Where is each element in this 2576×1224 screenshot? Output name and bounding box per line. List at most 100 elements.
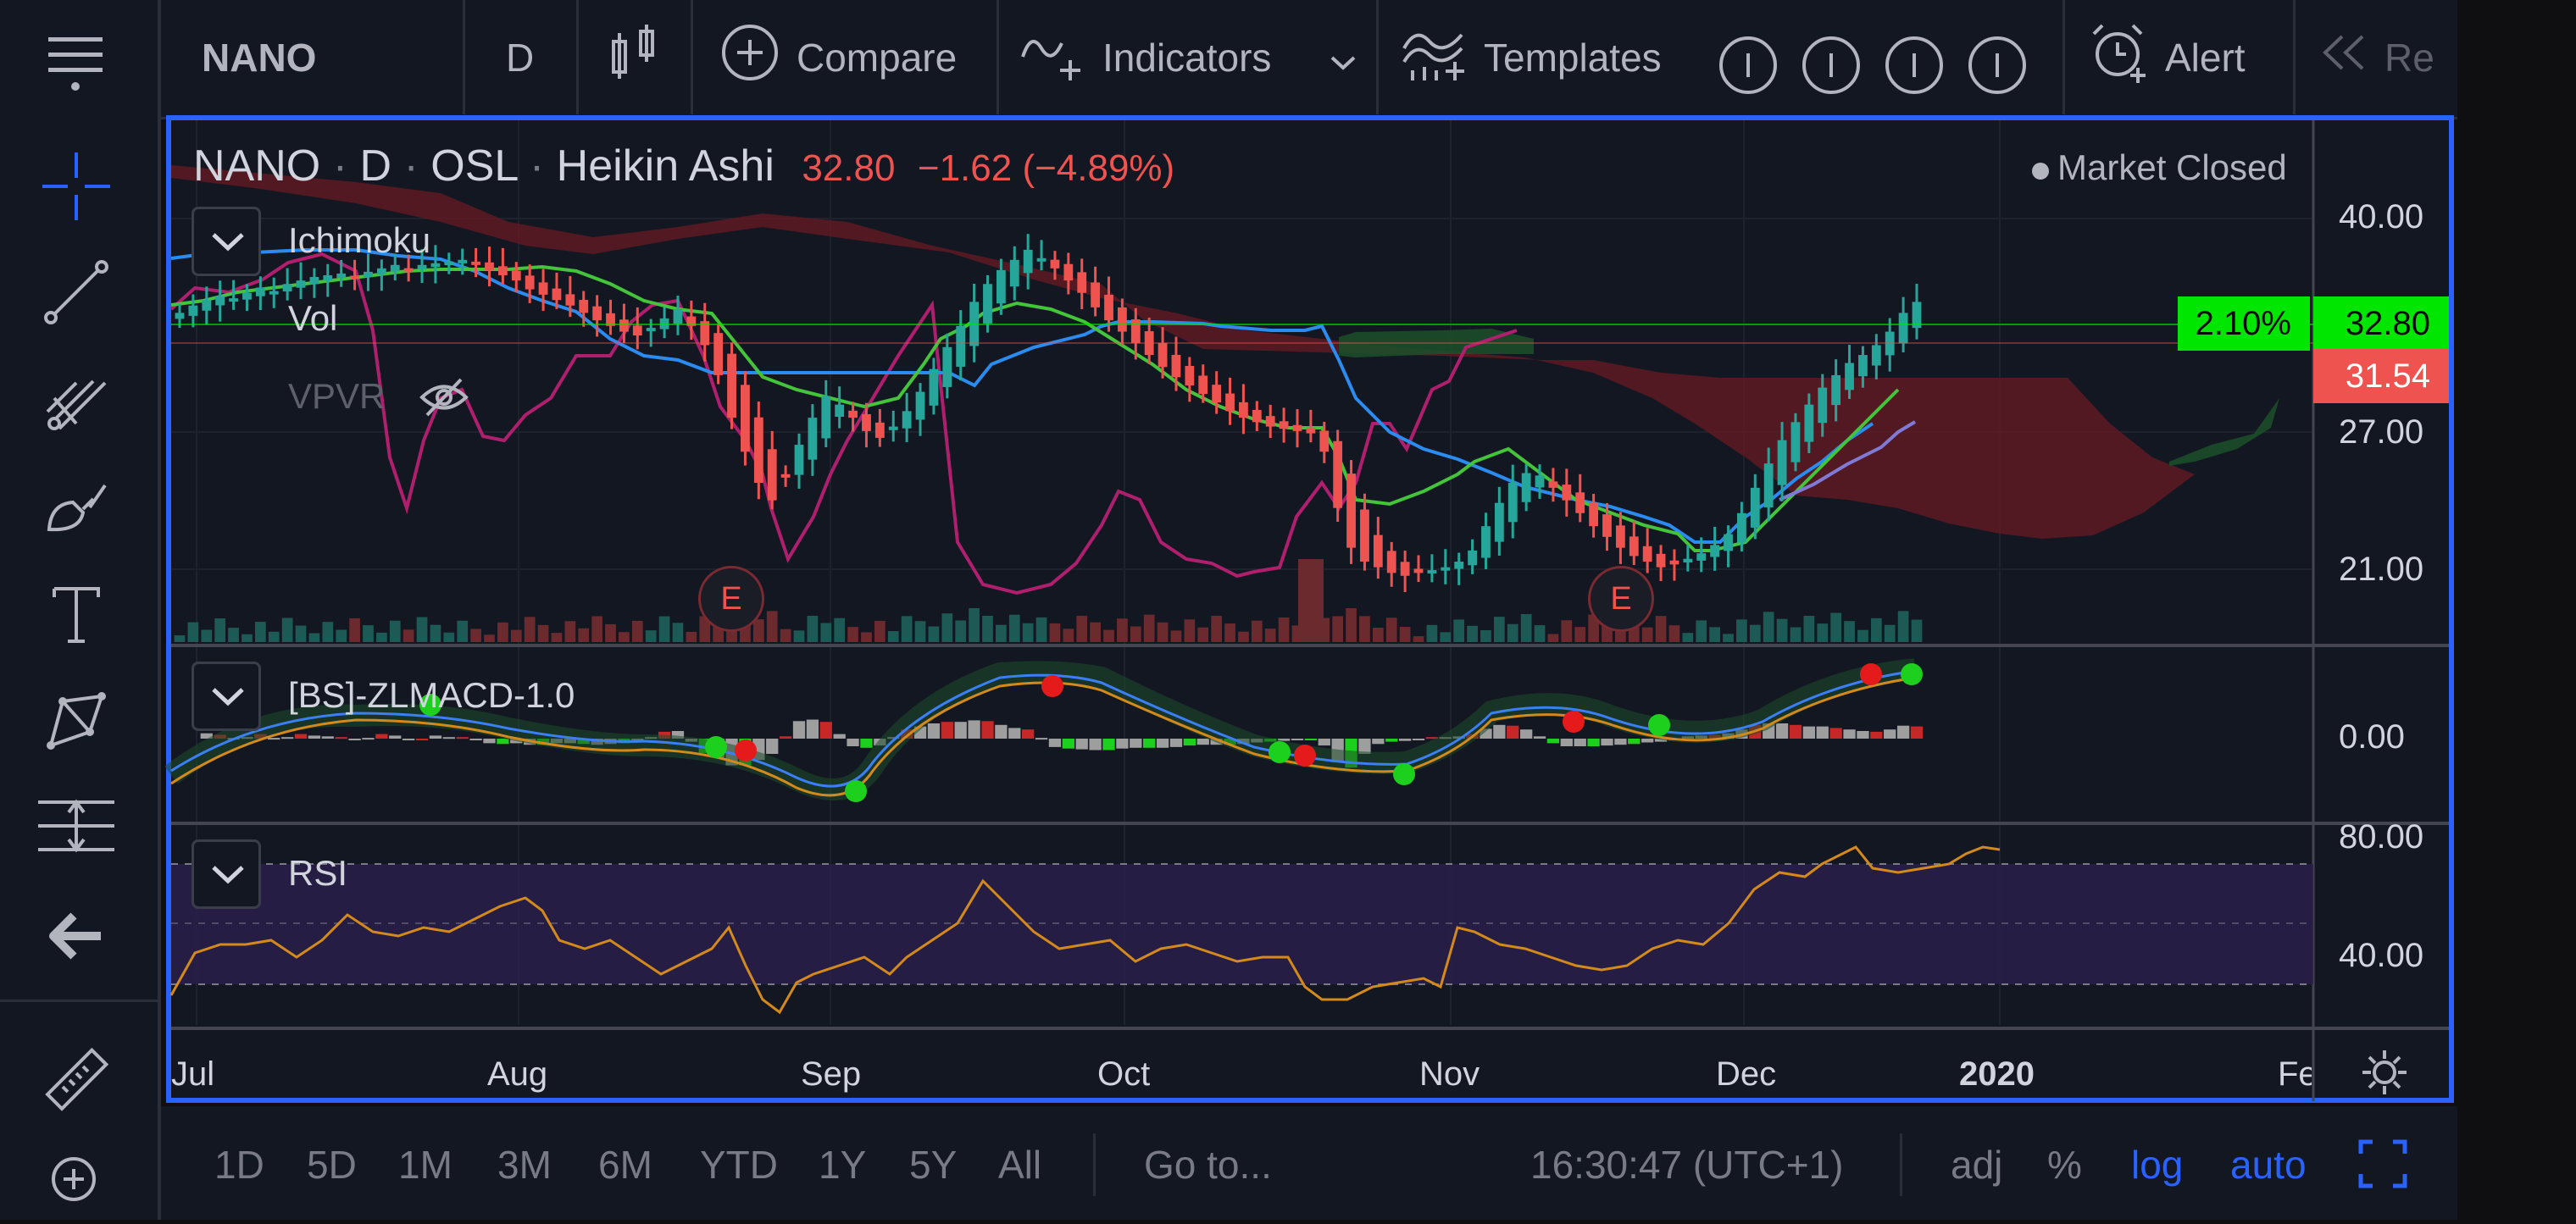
volume-bar xyxy=(1763,612,1774,642)
macd-histogram-bar xyxy=(1318,739,1330,746)
macd-histogram-bar xyxy=(1412,739,1425,740)
volume-bar xyxy=(941,613,953,642)
goto-date-button[interactable]: Go to... xyxy=(1144,1135,1272,1194)
volume-bar xyxy=(1723,634,1734,642)
macd-cross-dot xyxy=(845,780,867,802)
volume-bar xyxy=(807,615,819,642)
volume-bar xyxy=(874,620,886,642)
candle-body xyxy=(1265,416,1275,427)
volume-bar xyxy=(752,619,764,642)
macd-histogram-bar xyxy=(1035,738,1048,740)
study-ichimoku-label[interactable]: Ichimoku xyxy=(288,220,430,261)
candle-body xyxy=(619,319,629,332)
candle-body xyxy=(646,328,656,332)
macd-histogram-bar xyxy=(927,723,941,739)
legend-exchange: OSL xyxy=(430,141,518,191)
range-ytd[interactable]: YTD xyxy=(700,1135,778,1194)
clock-timezone[interactable]: 16:30:47 (UTC+1) xyxy=(1530,1135,1843,1194)
volume-bar xyxy=(268,631,280,642)
collapse-macd-button[interactable] xyxy=(192,662,261,731)
volume-bar xyxy=(1615,630,1626,642)
macd-histogram-bar xyxy=(268,738,280,740)
volume-bar xyxy=(1736,619,1747,642)
macd-histogram-bar xyxy=(1062,739,1074,749)
macd-histogram-bar xyxy=(1519,729,1533,739)
earnings-marker[interactable]: E xyxy=(698,566,764,632)
volume-bar xyxy=(1494,617,1505,642)
candle-body xyxy=(350,275,359,280)
candle-body xyxy=(255,287,265,296)
range-all[interactable]: All xyxy=(998,1135,1041,1194)
candle-body xyxy=(1777,440,1787,485)
adj-toggle[interactable]: adj xyxy=(1951,1135,2002,1194)
log-toggle[interactable]: log xyxy=(2131,1135,2183,1194)
last-price-label: 32.80 xyxy=(2313,296,2449,351)
candle-body xyxy=(1845,363,1854,390)
study-zlmacd-label[interactable]: [BS]-ZLMACD-1.0 xyxy=(288,675,575,716)
range-5y[interactable]: 5Y xyxy=(909,1135,957,1194)
volume-bar xyxy=(834,618,846,642)
candle-body xyxy=(1050,259,1060,269)
volume-bar xyxy=(847,627,858,642)
range-1d[interactable]: 1D xyxy=(214,1135,264,1194)
volume-bar xyxy=(1346,608,1357,642)
study-vol-label[interactable]: Vol xyxy=(288,298,337,339)
collapse-rsi-button[interactable] xyxy=(192,839,261,909)
volume-bar xyxy=(1507,623,1518,642)
volume-bar xyxy=(887,631,899,642)
macd-histogram-bar xyxy=(1102,739,1115,750)
candle-body xyxy=(862,413,871,431)
collapse-studies-button[interactable] xyxy=(192,207,261,276)
volume-bar xyxy=(1709,627,1720,642)
range-1y[interactable]: 1Y xyxy=(819,1135,866,1194)
candle-body xyxy=(202,300,212,311)
volume-bar xyxy=(1332,616,1344,642)
earnings-marker[interactable]: E xyxy=(1588,566,1654,632)
settings-icon[interactable] xyxy=(2359,1047,2410,1102)
study-vpvr-label[interactable]: VPVR xyxy=(288,376,385,417)
macd-histogram-bar xyxy=(1560,739,1573,746)
candle-body xyxy=(1831,374,1841,406)
macd-histogram-bar xyxy=(1857,731,1869,739)
volume-bar xyxy=(1170,630,1182,642)
prev-price-label: 31.54 xyxy=(2313,349,2449,403)
hidden-eye-icon[interactable] xyxy=(419,376,469,423)
macd-histogram-bar xyxy=(1884,729,1896,739)
candle-body xyxy=(1413,568,1424,573)
volume-bar xyxy=(1534,625,1546,642)
candle-body xyxy=(579,300,589,313)
candle-body xyxy=(1373,534,1383,568)
volume-bar xyxy=(416,617,428,642)
macd-histogram-bar xyxy=(806,719,819,739)
volume-bar xyxy=(1911,619,1923,642)
auto-toggle[interactable]: auto xyxy=(2230,1135,2307,1194)
market-status-text: Market Closed xyxy=(2057,147,2287,187)
candle-body xyxy=(1252,409,1262,423)
macd-histogram-bar xyxy=(847,739,859,746)
candle-body xyxy=(417,264,427,269)
macd-histogram-bar xyxy=(1143,739,1156,748)
volume-bar xyxy=(564,621,576,642)
volume-bar xyxy=(1467,625,1478,642)
fullscreen-icon[interactable] xyxy=(2357,1138,2408,1194)
candle-body xyxy=(1171,354,1181,378)
macd-histogram-bar xyxy=(1398,739,1412,741)
range-6m[interactable]: 6M xyxy=(598,1135,652,1194)
candle-body xyxy=(1683,558,1693,563)
candle-body xyxy=(1427,570,1437,574)
volume-bar xyxy=(1803,615,1815,642)
volume-bar xyxy=(389,620,401,642)
range-1m[interactable]: 1M xyxy=(398,1135,452,1194)
chart-legend: NANO · D · OSL · Heikin Ashi 32.80 −1.62… xyxy=(193,141,1174,191)
range-3m[interactable]: 3M xyxy=(497,1135,552,1194)
volume-bar xyxy=(484,634,495,642)
candle-body xyxy=(1306,428,1316,434)
volume-bar xyxy=(686,631,697,642)
candle-body xyxy=(1804,404,1814,442)
range-5d[interactable]: 5D xyxy=(307,1135,357,1194)
macd-histogram-bar xyxy=(308,735,321,739)
candle-body xyxy=(753,417,763,484)
percent-toggle[interactable]: % xyxy=(2047,1135,2082,1194)
study-rsi-label[interactable]: RSI xyxy=(288,853,347,894)
macd-histogram-bar xyxy=(819,722,832,739)
